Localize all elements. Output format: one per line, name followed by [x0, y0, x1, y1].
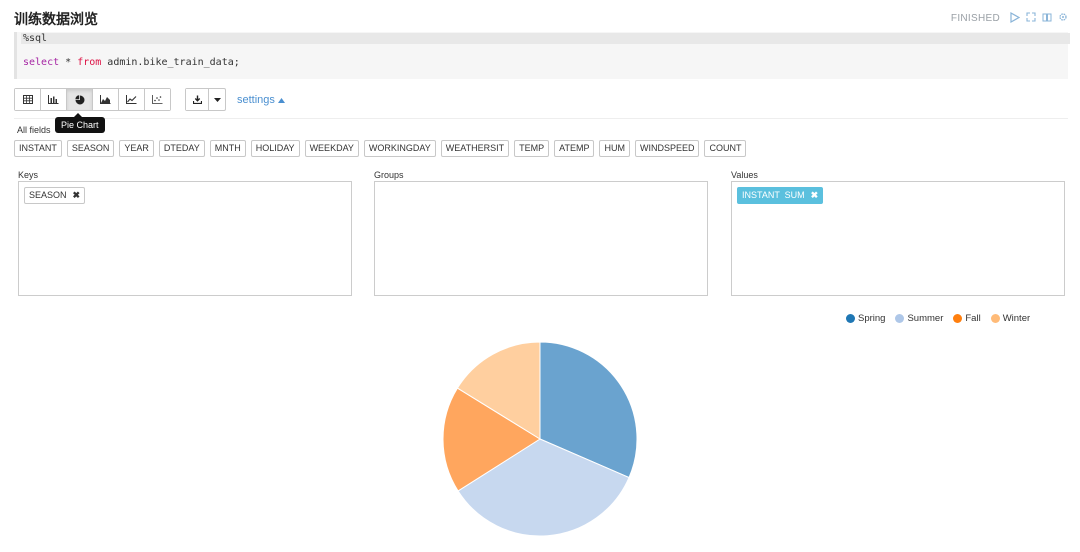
pie-chart-button[interactable]	[67, 89, 93, 110]
keys-drop-zone[interactable]: SEASON ✖	[18, 181, 352, 296]
legend-item-fall[interactable]: Fall	[953, 313, 981, 324]
groups-drop-zone[interactable]	[374, 181, 708, 296]
table-view-button[interactable]	[15, 89, 41, 110]
legend-label: Summer	[907, 313, 944, 324]
run-icon[interactable]	[1010, 11, 1021, 24]
line-chart-button[interactable]	[119, 89, 145, 110]
key-chip-label: SEASON	[29, 190, 67, 200]
code-editor[interactable]: %sql select * from admin.bike_train_data…	[14, 32, 1070, 79]
legend-dot	[895, 314, 905, 323]
download-dropdown-button[interactable]	[208, 89, 225, 110]
sql-star: *	[59, 57, 78, 68]
line-chart-icon	[126, 95, 137, 104]
active-line-highlight	[21, 33, 1070, 44]
legend-dot	[846, 314, 855, 323]
field-list: INSTANT SEASON YEAR DTEDAY MNTH HOLIDAY …	[14, 140, 747, 157]
field-chip[interactable]: MNTH	[209, 140, 246, 157]
sql-keyword-select: select	[23, 57, 60, 68]
visualization-toolbar: settings	[14, 88, 285, 111]
field-chip[interactable]: WINDSPEED	[634, 140, 700, 157]
chart-type-group	[14, 88, 171, 111]
remove-icon[interactable]: ✖	[73, 190, 81, 201]
all-fields-label: All fields	[17, 125, 51, 135]
status-text: FINISHED	[950, 12, 1000, 24]
gear-icon[interactable]	[1058, 12, 1068, 24]
field-chip[interactable]: COUNT	[704, 140, 747, 157]
legend-dot	[990, 314, 1000, 323]
paragraph-controls: FINISHED	[950, 11, 1068, 24]
legend-label: Winter	[1002, 313, 1031, 324]
keys-label: Keys	[18, 170, 39, 180]
pie-chart	[442, 341, 638, 537]
table-icon	[22, 95, 33, 104]
field-chip[interactable]: SEASON	[66, 140, 115, 157]
value-chip-instant-sum[interactable]: INSTANT SUM ✖	[737, 187, 824, 204]
settings-label: settings	[237, 93, 275, 106]
value-chip-label: INSTANT SUM	[742, 190, 805, 200]
values-drop-zone[interactable]: INSTANT SUM ✖	[731, 181, 1065, 296]
divider	[14, 118, 1068, 119]
download-button[interactable]	[186, 89, 208, 110]
field-chip[interactable]: YEAR	[119, 140, 154, 157]
download-icon	[192, 95, 202, 104]
download-group	[185, 88, 226, 111]
field-chip[interactable]: WORKINGDAY	[363, 140, 436, 157]
field-chip[interactable]: INSTANT	[14, 140, 62, 157]
chart-legend: Spring Summer Fall Winter	[846, 313, 1030, 324]
field-chip[interactable]: WEATHERSIT	[440, 140, 510, 157]
groups-label: Groups	[374, 170, 404, 180]
settings-toggle[interactable]: settings	[237, 94, 285, 106]
paragraph-title: 训练数据浏览	[14, 12, 98, 28]
field-chip[interactable]: HUM	[599, 140, 630, 157]
field-chip[interactable]: DTEDAY	[158, 140, 205, 157]
caret-up-icon	[277, 97, 285, 103]
book-icon[interactable]	[1042, 12, 1052, 24]
legend-item-summer[interactable]: Summer	[895, 313, 943, 324]
sql-table-name: admin.bike_train_data;	[101, 57, 240, 68]
area-chart-icon	[100, 95, 111, 104]
expand-icon[interactable]	[1026, 12, 1036, 24]
bar-chart-button[interactable]	[41, 89, 67, 110]
field-chip[interactable]: TEMP	[514, 140, 550, 157]
pie-chart-icon	[74, 94, 84, 104]
legend-dot	[953, 314, 963, 323]
code-line-1: %sql	[23, 33, 48, 44]
legend-label: Spring	[858, 313, 886, 324]
code-line-3: select * from admin.bike_train_data;	[23, 57, 240, 68]
field-chip[interactable]: HOLIDAY	[250, 140, 300, 157]
legend-item-winter[interactable]: Winter	[990, 313, 1031, 324]
scatter-chart-button[interactable]	[145, 89, 170, 110]
remove-icon[interactable]: ✖	[811, 190, 819, 201]
caret-down-icon	[213, 97, 221, 102]
scatter-chart-icon	[152, 95, 163, 104]
area-chart-button[interactable]	[93, 89, 119, 110]
legend-item-spring[interactable]: Spring	[846, 313, 885, 324]
tooltip: Pie Chart	[55, 113, 105, 133]
bar-chart-icon	[48, 95, 59, 104]
sql-keyword-from: from	[77, 57, 102, 68]
field-chip[interactable]: WEEKDAY	[304, 140, 359, 157]
key-chip-season[interactable]: SEASON ✖	[24, 187, 86, 204]
legend-label: Fall	[965, 313, 981, 324]
field-chip[interactable]: ATEMP	[554, 140, 595, 157]
values-label: Values	[731, 170, 758, 180]
